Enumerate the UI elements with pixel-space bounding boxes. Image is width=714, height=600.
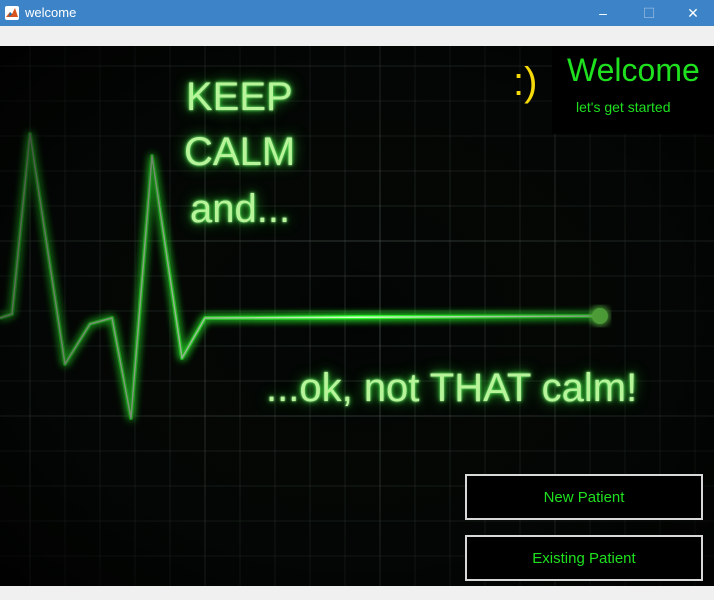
window-title: welcome <box>25 5 77 20</box>
window-titlebar: welcome – ☐ ✕ <box>0 0 714 26</box>
figure-toolbar-strip <box>0 26 714 46</box>
close-icon: ✕ <box>687 4 699 21</box>
background-poster: KEEP CALM and... ...ok, not THAT calm! :… <box>0 46 714 586</box>
welcome-subtitle: let's get started <box>576 99 671 115</box>
poster-line-calm: CALM <box>184 130 296 174</box>
welcome-title: Welcome <box>567 52 700 88</box>
poster-line-keep: KEEP <box>186 75 293 119</box>
minimize-button[interactable]: – <box>580 0 626 26</box>
poster-punchline: ...ok, not THAT calm! <box>266 366 638 410</box>
maximize-button[interactable]: ☐ <box>626 0 672 26</box>
existing-patient-button[interactable]: Existing Patient <box>465 535 703 581</box>
poster-line-and: and... <box>190 187 291 231</box>
smiley-text: :) <box>513 60 538 104</box>
close-button[interactable]: ✕ <box>670 0 714 26</box>
bottom-strip <box>0 586 714 600</box>
minimize-icon: – <box>599 5 607 21</box>
maximize-icon: ☐ <box>642 4 656 21</box>
new-patient-button[interactable]: New Patient <box>465 474 703 520</box>
matlab-figure-icon <box>5 6 19 20</box>
